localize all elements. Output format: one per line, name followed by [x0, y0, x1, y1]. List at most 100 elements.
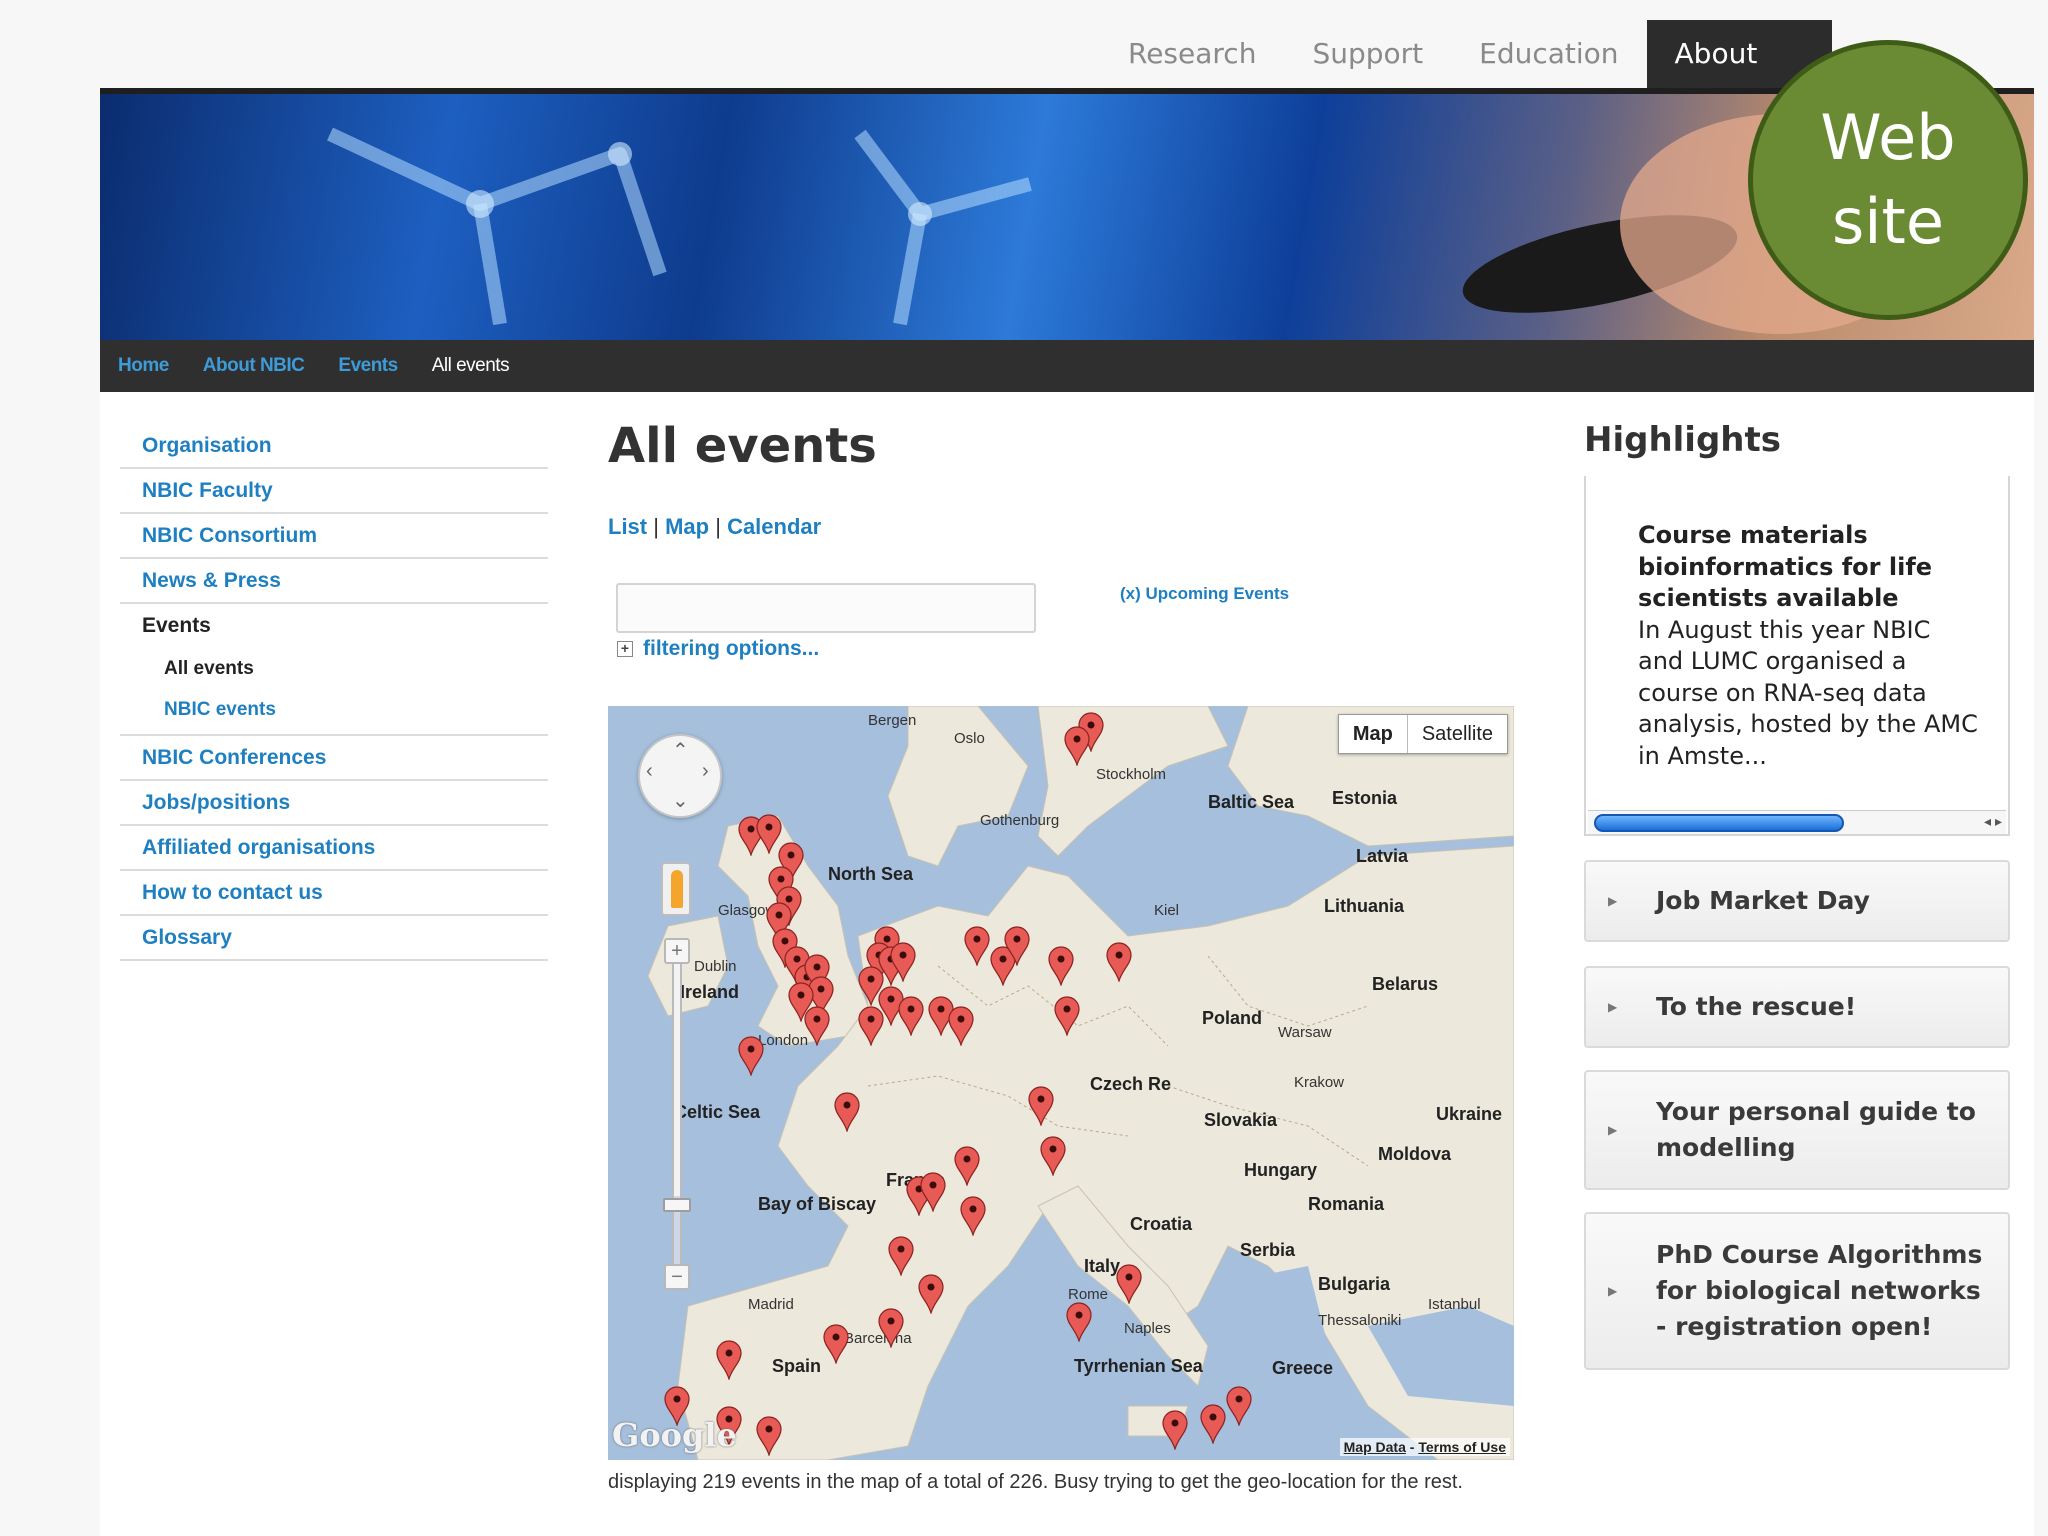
map-label-region: Lithuania [1324, 896, 1404, 916]
map-data-link[interactable]: Map Data [1344, 1439, 1406, 1455]
map-marker-icon[interactable] [1162, 1410, 1188, 1452]
map-marker-icon[interactable] [1200, 1404, 1226, 1446]
highlight-feature[interactable]: Course materials bioinformatics for life… [1638, 520, 1978, 772]
map-label-region: North Sea [828, 864, 914, 884]
sidebar-item-jobs-positions[interactable]: Jobs/positions [120, 781, 548, 826]
accordion-item-job-market-day[interactable]: ▶ Job Market Day [1584, 860, 2010, 942]
map-marker-icon[interactable] [1048, 946, 1074, 988]
map-label-region: Tyrrhenian Sea [1074, 1356, 1203, 1376]
map-marker-icon[interactable] [1028, 1086, 1054, 1128]
sidebar-subitem-all-events[interactable]: All events [120, 649, 548, 690]
zoom-out-button[interactable]: − [664, 1264, 690, 1290]
street-view-pegman-icon[interactable] [661, 862, 691, 916]
map-marker-icon[interactable] [756, 1416, 782, 1458]
sidebar-item-nbic-conferences[interactable]: NBIC Conferences [120, 736, 548, 781]
map-marker-icon[interactable] [1226, 1386, 1252, 1428]
map-marker-icon[interactable] [1064, 726, 1090, 768]
map-marker-icon[interactable] [716, 1340, 742, 1382]
view-separator: | [715, 514, 721, 539]
map-label-city: Istanbul [1428, 1296, 1481, 1313]
map-label-region: Croatia [1130, 1214, 1193, 1234]
map-marker-icon[interactable] [888, 1236, 914, 1278]
terms-of-use-link[interactable]: Terms of Use [1418, 1439, 1506, 1455]
accordion-item-phd-course-algorithms[interactable]: ▶ PhD Course Algorithms for biological n… [1584, 1212, 2010, 1370]
zoom-slider-handle[interactable] [663, 1198, 691, 1212]
accordion-label: PhD Course Algorithms for biological net… [1656, 1240, 1983, 1341]
map-marker-icon[interactable] [804, 1006, 830, 1048]
accordion-label: Job Market Day [1656, 886, 1870, 915]
sidebar-item-news-press[interactable]: News & Press [120, 559, 548, 604]
map-marker-icon[interactable] [823, 1324, 849, 1366]
web-site-badge: Web site [1748, 40, 2028, 320]
view-map-link[interactable]: Map [665, 514, 709, 539]
map-marker-icon[interactable] [1106, 942, 1132, 984]
map-marker-icon[interactable] [1040, 1136, 1066, 1178]
events-map[interactable]: Bergen Oslo Stockholm Gothenburg North S… [608, 706, 1514, 1460]
map-marker-icon[interactable] [960, 1196, 986, 1238]
highlights-scroll-thumb[interactable] [1594, 814, 1844, 832]
scroll-arrows-icon[interactable]: ◂ ▸ [1984, 813, 2002, 830]
map-label-region: Ukraine [1436, 1104, 1503, 1124]
map-label-city: Warsaw [1278, 1024, 1332, 1041]
map-label-region: Ireland [680, 982, 740, 1002]
map-label-city: Krakow [1294, 1074, 1345, 1091]
map-marker-icon[interactable] [1054, 996, 1080, 1038]
highlight-feature-body: In August this year NBIC and LUMC organi… [1638, 615, 1978, 770]
tab-research[interactable]: Research [1100, 20, 1284, 88]
banner-molecule-graphic [327, 114, 1940, 334]
breadcrumb-events[interactable]: Events [338, 355, 398, 377]
chevron-right-icon: ▶ [1608, 1284, 1618, 1298]
zoom-in-button[interactable]: + [664, 938, 690, 964]
sidebar-item-nbic-faculty[interactable]: NBIC Faculty [120, 469, 548, 514]
chevron-right-icon: ▶ [1608, 894, 1618, 908]
map-marker-icon[interactable] [898, 996, 924, 1038]
sidebar-item-affiliated-organisations[interactable]: Affiliated organisations [120, 826, 548, 871]
map-marker-icon[interactable] [964, 926, 990, 968]
map-marker-icon[interactable] [954, 1146, 980, 1188]
map-marker-icon[interactable] [738, 1036, 764, 1078]
map-marker-icon[interactable] [1004, 926, 1030, 968]
map-marker-icon[interactable] [834, 1092, 860, 1134]
tab-education[interactable]: Education [1451, 20, 1646, 88]
sidebar-item-events[interactable]: Events [120, 604, 548, 649]
accordion-item-to-the-rescue[interactable]: ▶ To the rescue! [1584, 966, 2010, 1048]
view-calendar-link[interactable]: Calendar [727, 514, 821, 539]
map-marker-icon[interactable] [1066, 1302, 1092, 1344]
map-attribution: Map Data - Terms of Use [1339, 1438, 1510, 1456]
map-label-city: Rome [1068, 1286, 1109, 1303]
map-marker-icon[interactable] [1116, 1264, 1142, 1306]
breadcrumb-about-nbic[interactable]: About NBIC [203, 355, 305, 377]
map-pan-control[interactable]: ⌃ ⌄ ‹ › [638, 734, 722, 818]
view-list-link[interactable]: List [608, 514, 647, 539]
filtering-options-toggle[interactable]: + filtering options... [617, 637, 819, 661]
filtering-options-label: filtering options... [643, 637, 820, 660]
upcoming-events-filter[interactable]: (x) Upcoming Events [1120, 584, 1289, 604]
chevron-right-icon: ▶ [1608, 1000, 1618, 1014]
badge-line-1: Web [1820, 101, 1956, 174]
accordion-item-personal-guide-modelling[interactable]: ▶ Your personal guide to modelling [1584, 1070, 2010, 1190]
event-search-input[interactable] [616, 583, 1036, 633]
sidebar-item-glossary[interactable]: Glossary [120, 916, 548, 961]
sidebar-item-how-to-contact-us[interactable]: How to contact us [120, 871, 548, 916]
map-label-region: Hungary [1244, 1160, 1318, 1180]
highlights-scrollbar[interactable]: ◂ ▸ [1588, 810, 2006, 834]
map-marker-icon[interactable] [890, 942, 916, 984]
sidebar-item-nbic-consortium[interactable]: NBIC Consortium [120, 514, 548, 559]
map-marker-icon[interactable] [918, 1274, 944, 1316]
map-type-satellite-button[interactable]: Satellite [1408, 715, 1507, 753]
map-status-caption: displaying 219 events in the map of a to… [608, 1471, 1463, 1493]
tab-support[interactable]: Support [1284, 20, 1451, 88]
map-marker-icon[interactable] [948, 1006, 974, 1048]
breadcrumb-current: All events [431, 355, 510, 376]
map-label-city: Oslo [954, 730, 985, 747]
map-marker-icon[interactable] [878, 1308, 904, 1350]
map-type-map-button[interactable]: Map [1339, 715, 1408, 753]
map-label-city: Kiel [1154, 902, 1180, 919]
sidebar-item-organisation[interactable]: Organisation [120, 424, 548, 469]
map-marker-icon[interactable] [920, 1172, 946, 1214]
highlight-feature-heading: Course materials bioinformatics for life… [1638, 521, 1933, 612]
breadcrumb-home[interactable]: Home [118, 355, 169, 377]
page: Research Support Education About NBIC NB… [0, 0, 2048, 1536]
map-label-region: Czech Re [1090, 1074, 1172, 1094]
sidebar-subitem-nbic-events[interactable]: NBIC events [120, 690, 548, 736]
